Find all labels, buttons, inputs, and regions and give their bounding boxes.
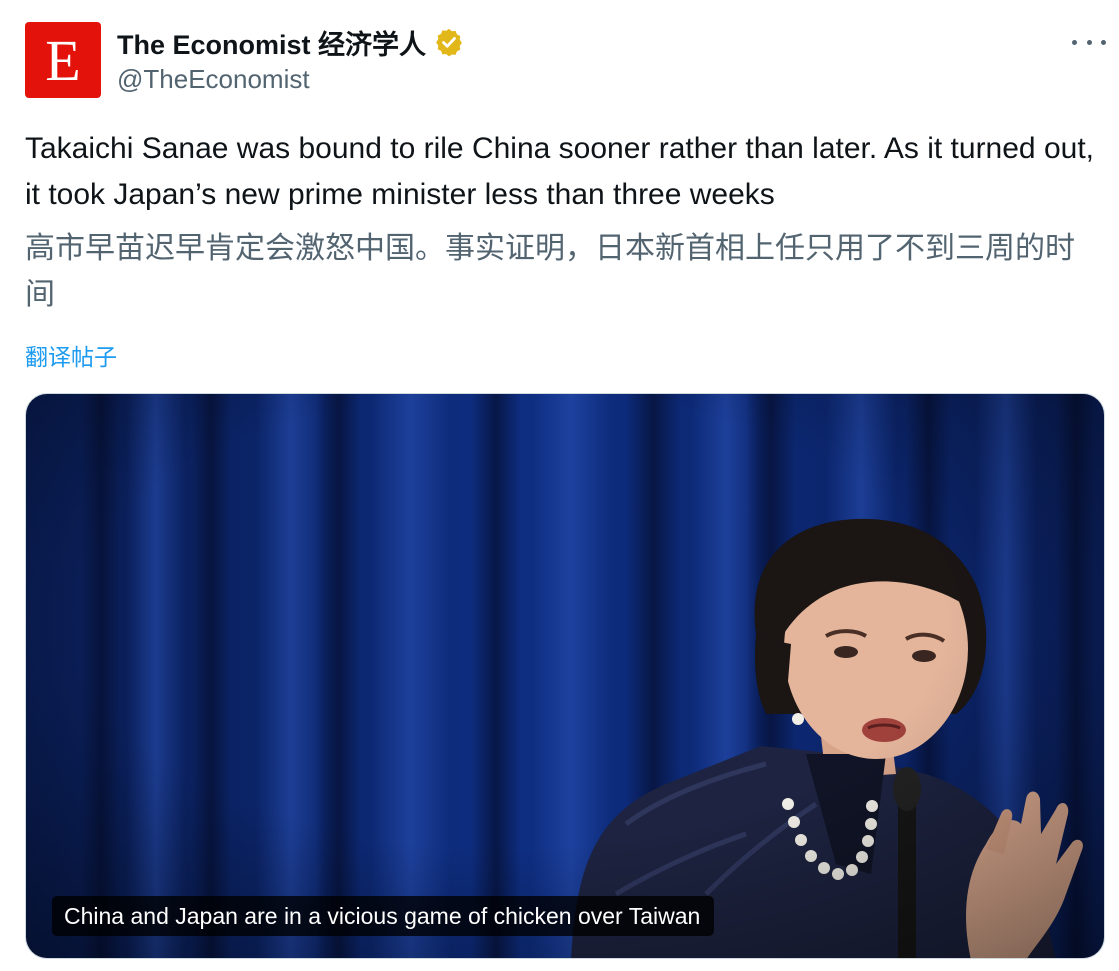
media-photo bbox=[26, 394, 1104, 958]
tweet-translation: 高市早苗迟早肯定会激怒中国。事实证明，日本新首相上任只用了不到三周的时间 bbox=[25, 232, 1075, 311]
avatar-letter: E bbox=[45, 28, 81, 93]
author-avatar[interactable]: E bbox=[25, 22, 101, 98]
name-row: The Economist 经济学人 bbox=[117, 24, 464, 60]
tweet-text: Takaichi Sanae was bound to rile China s… bbox=[25, 132, 1094, 211]
translate-post-link[interactable]: 翻译帖子 bbox=[25, 338, 117, 372]
verified-badge-icon[interactable] bbox=[434, 27, 464, 57]
media-caption: China and Japan are in a vicious game of… bbox=[52, 896, 715, 936]
author-handle[interactable]: @TheEconomist bbox=[117, 64, 464, 95]
author-header: The Economist 经济学人 @TheEconomist bbox=[117, 24, 464, 95]
more-horizontal-icon[interactable] bbox=[1072, 32, 1106, 52]
tweet-media[interactable]: China and Japan are in a vicious game of… bbox=[25, 393, 1105, 959]
author-display-name[interactable]: The Economist 经济学人 bbox=[117, 23, 426, 62]
